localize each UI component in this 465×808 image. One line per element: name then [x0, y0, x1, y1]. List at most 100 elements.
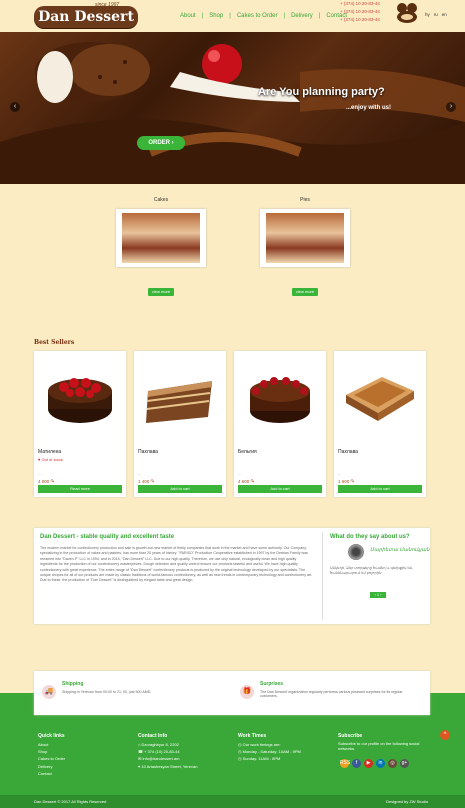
- footer-link-contact[interactable]: Contact: [38, 770, 65, 777]
- add-to-cart-button[interactable]: Add to cart: [238, 485, 322, 493]
- gift-icon: 🎁: [240, 685, 254, 699]
- mascot-logo-icon: [397, 3, 417, 23]
- slider-prev-arrow[interactable]: ‹: [10, 102, 20, 112]
- quick-links-list: About Shop Cakes to Order Delivery Conta…: [38, 741, 65, 777]
- facebook-icon[interactable]: f: [352, 759, 361, 768]
- product-name[interactable]: Пахлава: [138, 449, 158, 455]
- about-section: Dan Dessert - stable quality and excelle…: [34, 528, 430, 624]
- phone-list: + (374) 10 20-83-44 + (374) 10 20-83-44 …: [340, 0, 380, 24]
- product-price: 1 600 ֏: [338, 479, 354, 484]
- category-title-cakes: Cakes: [153, 197, 169, 203]
- instagram-icon[interactable]: ◎: [388, 759, 397, 768]
- logo-tagline: since 1997: [95, 2, 120, 8]
- language-switcher: hy ru en: [425, 12, 447, 17]
- site-logo[interactable]: Dan Dessert: [34, 6, 138, 28]
- lang-en[interactable]: en: [442, 12, 447, 17]
- testimonials-title: What do they say about us?: [330, 534, 410, 540]
- youtube-icon[interactable]: ▶: [364, 759, 373, 768]
- truck-icon: 🚚: [42, 685, 56, 699]
- product-rating: ...: [138, 471, 142, 476]
- nav-item-shop[interactable]: Shop: [209, 13, 223, 19]
- nav-item-delivery[interactable]: Delivery: [291, 13, 313, 19]
- nav-separator: |: [201, 13, 204, 19]
- testimonial-pager[interactable]: ‹ 1 ›: [370, 592, 386, 598]
- product-card[interactable]: Бельгия ... 4 600 ֏ Add to cart: [234, 351, 326, 497]
- contact-phone[interactable]: + 374 (10) 20-83-44: [144, 749, 179, 754]
- add-to-cart-button[interactable]: Add to cart: [338, 485, 422, 493]
- hero-subline: ...enjoy with us!: [346, 105, 392, 111]
- phone-number[interactable]: + (374) 10 20-83-44: [340, 8, 380, 16]
- work-times-title: Work Times: [238, 733, 267, 739]
- pies-image: [266, 213, 344, 263]
- footer-link-cakes-to-order[interactable]: Cakes to Order: [38, 755, 65, 762]
- subscribe-title: Subscribe: [338, 733, 363, 739]
- contact-email[interactable]: info@dandessert.am: [142, 756, 179, 761]
- nav-item-cakes-to-order[interactable]: Cakes to Order: [237, 13, 278, 19]
- section-divider: [322, 532, 323, 620]
- product-image: [146, 381, 212, 423]
- nav-separator: |: [283, 13, 286, 19]
- best-sellers-title: Best Sellers: [34, 339, 75, 346]
- read-more-button[interactable]: Read more: [38, 485, 122, 493]
- surprises-title: Surprises: [260, 681, 284, 687]
- services-strip: 🚚 Shipping Shipping in Yerevan from 00:0…: [34, 671, 430, 715]
- footer-link-shop[interactable]: Shop: [38, 748, 65, 755]
- copyright: Dan Dessert © 2017 All Rights Reserved: [34, 799, 107, 804]
- main-nav: About | Shop | Cakes to Order | Delivery…: [180, 13, 347, 19]
- testimonial-author: Մարիետա Մանուկյան: [370, 547, 430, 553]
- avatar: [348, 544, 364, 560]
- footer-link-delivery[interactable]: Delivery: [38, 763, 65, 770]
- product-name[interactable]: Бельгия: [238, 449, 257, 455]
- product-card[interactable]: Матилена ♥ Out of stock ... 4 000 ֏ Read…: [34, 351, 126, 497]
- hero-cake-image: [0, 42, 465, 184]
- product-price: 4 000 ֏: [38, 479, 54, 484]
- hero-slider: ‹ › Are You planning party? ...enjoy wit…: [0, 32, 465, 184]
- rss-icon[interactable]: RSS: [340, 759, 350, 768]
- product-name[interactable]: Матилена: [38, 449, 61, 455]
- product-image: [346, 377, 414, 421]
- about-title: Dan Dessert - stable quality and excelle…: [40, 534, 175, 540]
- product-rating: ...: [238, 471, 242, 476]
- google-plus-icon[interactable]: g+: [400, 759, 409, 768]
- back-to-top-button[interactable]: ^: [440, 730, 450, 740]
- lang-ru[interactable]: ru: [434, 12, 438, 17]
- designed-by[interactable]: Designed by ZW Studio: [386, 799, 428, 804]
- lang-hy[interactable]: hy: [425, 12, 430, 17]
- footer-link-about[interactable]: About: [38, 741, 65, 748]
- subscribe-text: Subscribe to our profile on the followin…: [338, 741, 420, 751]
- phone-number[interactable]: + (374) 10 20-83-44: [340, 0, 380, 8]
- slider-next-arrow[interactable]: ›: [446, 102, 456, 112]
- order-button[interactable]: ORDER ›: [137, 136, 185, 150]
- product-card[interactable]: Пахлава ... 1 400 ֏ Add to cart: [134, 351, 226, 497]
- product-rating: ...: [38, 471, 42, 476]
- product-price: 4 600 ֏: [238, 479, 254, 484]
- surprises-text: The Dan Dessert organization regularly p…: [260, 690, 403, 698]
- nav-item-about[interactable]: About: [180, 13, 196, 19]
- product-price: 1 400 ֏: [138, 479, 154, 484]
- hours-intro: Our work timings are:: [242, 742, 281, 747]
- social-links: RSS f ▶ in ◎ g+: [340, 759, 409, 768]
- cakes-image: [122, 213, 200, 263]
- view-more-pies-button[interactable]: view more: [292, 288, 318, 296]
- shipping-text: Shipping in Yerevan from 00:00 to 21, 00…: [62, 690, 152, 694]
- product-name[interactable]: Пахлава: [338, 449, 358, 455]
- category-card-pies[interactable]: [260, 209, 350, 267]
- linkedin-icon[interactable]: in: [376, 759, 385, 768]
- site-header: Dan Dessert since 1997 About | Shop | Ca…: [0, 0, 465, 32]
- add-to-cart-button[interactable]: Add to cart: [138, 485, 222, 493]
- product-image: [48, 378, 112, 423]
- phone-number[interactable]: + (374) 10 20-83-44: [340, 16, 380, 24]
- category-card-cakes[interactable]: [116, 209, 206, 267]
- order-button-label: ORDER: [148, 140, 170, 146]
- nav-separator: |: [229, 13, 231, 19]
- hours-weekdays: Monday - Saturday: 10AM - 9PM: [242, 749, 301, 755]
- hero-headline: Are You planning party?: [258, 86, 385, 98]
- contact-info-list: ⌂ Dzoraghbyur 8, 2202 ☎ + 374 (10) 20-83…: [138, 741, 197, 770]
- work-times-list: ◷ Our work timings are: ◷ Monday - Satur…: [238, 741, 301, 763]
- nav-separator: |: [318, 13, 321, 19]
- product-card[interactable]: Пахлава ... 1 600 ֏ Add to cart: [334, 351, 426, 497]
- contact-street: 10 Artashesyan Street, Yerevan: [141, 763, 198, 769]
- contact-address: Dzoraghbyur 8, 2202: [141, 742, 179, 747]
- about-text: The modern market for confectionery prod…: [40, 546, 313, 583]
- view-more-cakes-button[interactable]: view more: [148, 288, 174, 296]
